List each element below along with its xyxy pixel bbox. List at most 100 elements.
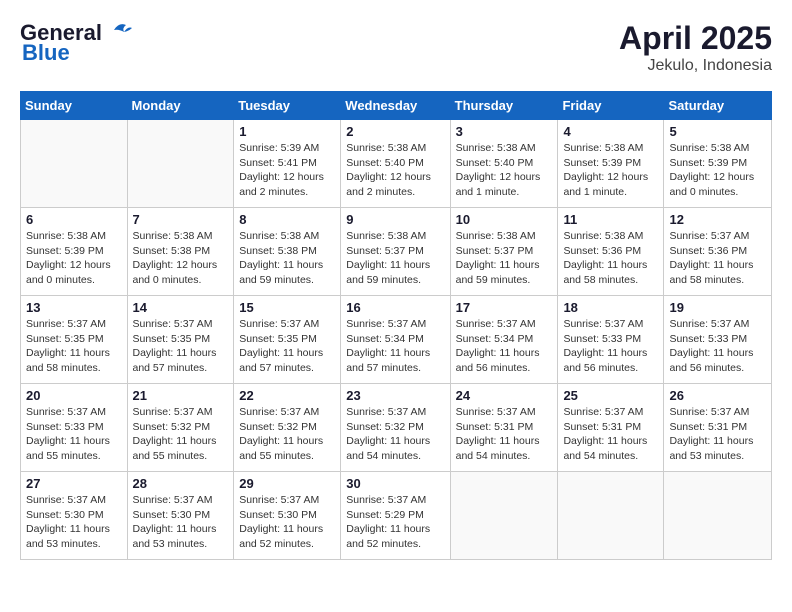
day-detail: Sunrise: 5:37 AM Sunset: 5:34 PM Dayligh… <box>456 317 553 376</box>
day-detail: Sunrise: 5:37 AM Sunset: 5:30 PM Dayligh… <box>133 493 229 552</box>
day-number: 25 <box>563 388 658 403</box>
day-number: 12 <box>669 212 766 227</box>
logo-name: General Blue <box>20 20 134 66</box>
day-detail: Sunrise: 5:37 AM Sunset: 5:36 PM Dayligh… <box>669 229 766 288</box>
header-saturday: Saturday <box>664 92 772 120</box>
calendar-cell: 24 Sunrise: 5:37 AM Sunset: 5:31 PM Dayli… <box>450 384 558 472</box>
day-number: 7 <box>133 212 229 227</box>
day-detail: Sunrise: 5:37 AM Sunset: 5:35 PM Dayligh… <box>239 317 335 376</box>
calendar-cell: 15 Sunrise: 5:37 AM Sunset: 5:35 PM Dayli… <box>234 296 341 384</box>
day-detail: Sunrise: 5:38 AM Sunset: 5:37 PM Dayligh… <box>346 229 444 288</box>
calendar-week-row: 6 Sunrise: 5:38 AM Sunset: 5:39 PM Daylig… <box>21 208 772 296</box>
header-monday: Monday <box>127 92 234 120</box>
calendar-cell: 28 Sunrise: 5:37 AM Sunset: 5:30 PM Dayli… <box>127 472 234 560</box>
calendar-cell: 3 Sunrise: 5:38 AM Sunset: 5:40 PM Daylig… <box>450 120 558 208</box>
day-detail: Sunrise: 5:37 AM Sunset: 5:31 PM Dayligh… <box>456 405 553 464</box>
calendar-week-row: 20 Sunrise: 5:37 AM Sunset: 5:33 PM Dayli… <box>21 384 772 472</box>
page-header: General Blue April 2025 Jekulo, Indonesi… <box>20 20 772 75</box>
day-number: 14 <box>133 300 229 315</box>
day-detail: Sunrise: 5:37 AM Sunset: 5:31 PM Dayligh… <box>669 405 766 464</box>
calendar-cell: 8 Sunrise: 5:38 AM Sunset: 5:38 PM Daylig… <box>234 208 341 296</box>
calendar-table: SundayMondayTuesdayWednesdayThursdayFrid… <box>20 91 772 560</box>
day-number: 8 <box>239 212 335 227</box>
calendar-cell: 30 Sunrise: 5:37 AM Sunset: 5:29 PM Dayli… <box>341 472 450 560</box>
day-number: 5 <box>669 124 766 139</box>
day-number: 24 <box>456 388 553 403</box>
calendar-cell: 20 Sunrise: 5:37 AM Sunset: 5:33 PM Dayli… <box>21 384 128 472</box>
calendar-cell: 25 Sunrise: 5:37 AM Sunset: 5:31 PM Dayli… <box>558 384 664 472</box>
header-tuesday: Tuesday <box>234 92 341 120</box>
day-number: 26 <box>669 388 766 403</box>
day-number: 21 <box>133 388 229 403</box>
calendar-cell: 29 Sunrise: 5:37 AM Sunset: 5:30 PM Dayli… <box>234 472 341 560</box>
calendar-cell: 26 Sunrise: 5:37 AM Sunset: 5:31 PM Dayli… <box>664 384 772 472</box>
day-number: 9 <box>346 212 444 227</box>
day-number: 11 <box>563 212 658 227</box>
day-number: 1 <box>239 124 335 139</box>
day-number: 15 <box>239 300 335 315</box>
day-number: 4 <box>563 124 658 139</box>
calendar-cell: 12 Sunrise: 5:37 AM Sunset: 5:36 PM Dayli… <box>664 208 772 296</box>
calendar-cell <box>664 472 772 560</box>
calendar-cell: 10Sunrise: 5:38 AM Sunset: 5:37 PM Dayli… <box>450 208 558 296</box>
calendar-cell: 7 Sunrise: 5:38 AM Sunset: 5:38 PM Daylig… <box>127 208 234 296</box>
header-thursday: Thursday <box>450 92 558 120</box>
calendar-cell: 18Sunrise: 5:37 AM Sunset: 5:33 PM Dayli… <box>558 296 664 384</box>
title-area: April 2025 Jekulo, Indonesia <box>619 20 772 75</box>
calendar-cell <box>127 120 234 208</box>
day-number: 19 <box>669 300 766 315</box>
calendar-cell: 6 Sunrise: 5:38 AM Sunset: 5:39 PM Daylig… <box>21 208 128 296</box>
calendar-cell: 5 Sunrise: 5:38 AM Sunset: 5:39 PM Daylig… <box>664 120 772 208</box>
calendar-week-row: 1 Sunrise: 5:39 AM Sunset: 5:41 PM Daylig… <box>21 120 772 208</box>
day-detail: Sunrise: 5:37 AM Sunset: 5:32 PM Dayligh… <box>239 405 335 464</box>
day-detail: Sunrise: 5:37 AM Sunset: 5:35 PM Dayligh… <box>26 317 122 376</box>
calendar-cell <box>21 120 128 208</box>
month-title: April 2025 <box>619 20 772 57</box>
day-detail: Sunrise: 5:37 AM Sunset: 5:31 PM Dayligh… <box>563 405 658 464</box>
logo: General Blue <box>20 20 134 66</box>
logo-bird-icon <box>104 20 134 40</box>
day-number: 28 <box>133 476 229 491</box>
day-number: 6 <box>26 212 122 227</box>
day-number: 10 <box>456 212 553 227</box>
day-detail: Sunrise: 5:37 AM Sunset: 5:29 PM Dayligh… <box>346 493 444 552</box>
day-detail: Sunrise: 5:37 AM Sunset: 5:32 PM Dayligh… <box>346 405 444 464</box>
day-number: 23 <box>346 388 444 403</box>
day-detail: Sunrise: 5:38 AM Sunset: 5:38 PM Dayligh… <box>133 229 229 288</box>
day-detail: Sunrise: 5:38 AM Sunset: 5:39 PM Dayligh… <box>26 229 122 288</box>
day-detail: Sunrise: 5:38 AM Sunset: 5:39 PM Dayligh… <box>669 141 766 200</box>
day-detail: Sunrise: 5:37 AM Sunset: 5:33 PM Dayligh… <box>26 405 122 464</box>
calendar-header-row: SundayMondayTuesdayWednesdayThursdayFrid… <box>21 92 772 120</box>
calendar-cell: 9 Sunrise: 5:38 AM Sunset: 5:37 PM Daylig… <box>341 208 450 296</box>
calendar-cell: 4 Sunrise: 5:38 AM Sunset: 5:39 PM Daylig… <box>558 120 664 208</box>
day-detail: Sunrise: 5:37 AM Sunset: 5:33 PM Dayligh… <box>563 317 658 376</box>
day-number: 2 <box>346 124 444 139</box>
calendar-week-row: 27 Sunrise: 5:37 AM Sunset: 5:30 PM Dayli… <box>21 472 772 560</box>
calendar-cell: 23 Sunrise: 5:37 AM Sunset: 5:32 PM Dayli… <box>341 384 450 472</box>
calendar-cell: 22Sunrise: 5:37 AM Sunset: 5:32 PM Dayli… <box>234 384 341 472</box>
day-detail: Sunrise: 5:38 AM Sunset: 5:36 PM Dayligh… <box>563 229 658 288</box>
calendar-cell: 19Sunrise: 5:37 AM Sunset: 5:33 PM Dayli… <box>664 296 772 384</box>
day-detail: Sunrise: 5:38 AM Sunset: 5:38 PM Dayligh… <box>239 229 335 288</box>
day-number: 3 <box>456 124 553 139</box>
day-detail: Sunrise: 5:38 AM Sunset: 5:40 PM Dayligh… <box>456 141 553 200</box>
day-detail: Sunrise: 5:38 AM Sunset: 5:40 PM Dayligh… <box>346 141 444 200</box>
calendar-cell: 16Sunrise: 5:37 AM Sunset: 5:34 PM Dayli… <box>341 296 450 384</box>
day-number: 17 <box>456 300 553 315</box>
calendar-week-row: 13 Sunrise: 5:37 AM Sunset: 5:35 PM Dayli… <box>21 296 772 384</box>
day-detail: Sunrise: 5:39 AM Sunset: 5:41 PM Dayligh… <box>239 141 335 200</box>
day-number: 27 <box>26 476 122 491</box>
calendar-cell: 11 Sunrise: 5:38 AM Sunset: 5:36 PM Dayli… <box>558 208 664 296</box>
day-number: 20 <box>26 388 122 403</box>
day-number: 29 <box>239 476 335 491</box>
day-number: 30 <box>346 476 444 491</box>
day-number: 16 <box>346 300 444 315</box>
day-detail: Sunrise: 5:38 AM Sunset: 5:39 PM Dayligh… <box>563 141 658 200</box>
calendar-cell: 14Sunrise: 5:37 AM Sunset: 5:35 PM Dayli… <box>127 296 234 384</box>
location-subtitle: Jekulo, Indonesia <box>619 57 772 75</box>
logo-text-blue: Blue <box>22 40 134 66</box>
calendar-cell: 13 Sunrise: 5:37 AM Sunset: 5:35 PM Dayli… <box>21 296 128 384</box>
calendar-cell: 27Sunrise: 5:37 AM Sunset: 5:30 PM Dayli… <box>21 472 128 560</box>
day-number: 13 <box>26 300 122 315</box>
day-detail: Sunrise: 5:37 AM Sunset: 5:30 PM Dayligh… <box>239 493 335 552</box>
